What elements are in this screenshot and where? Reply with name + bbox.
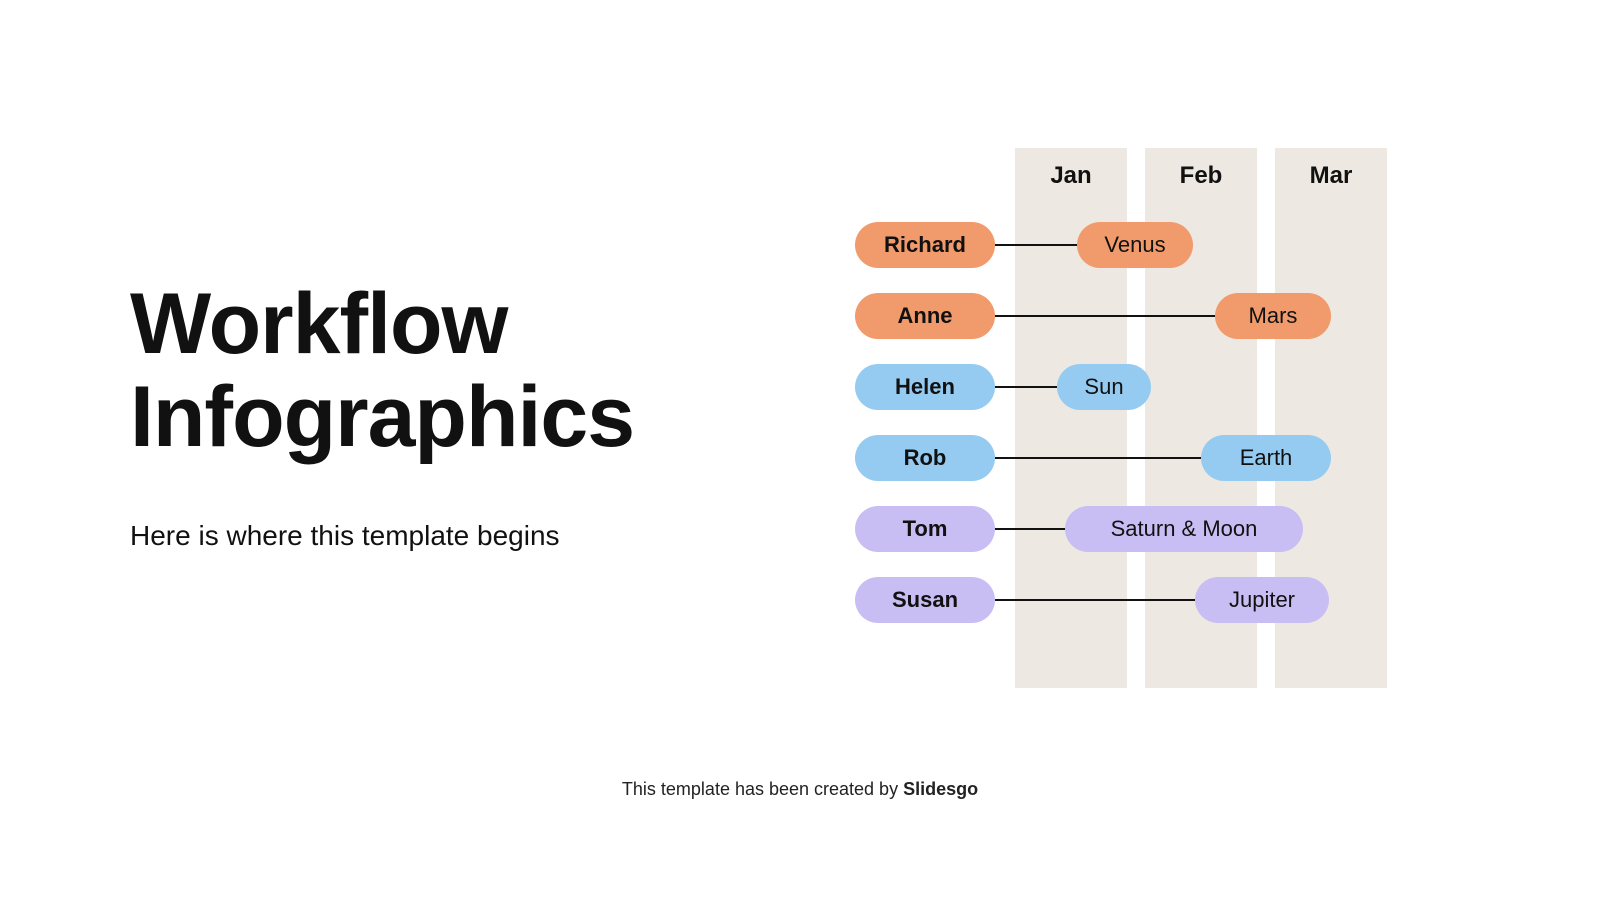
footer-prefix: This template has been created by xyxy=(622,779,903,799)
chart-row: Tom Saturn & Moon xyxy=(855,506,1395,552)
connector-line xyxy=(995,599,1195,601)
footer-brand: Slidesgo xyxy=(903,779,978,799)
chart-row: Susan Jupiter xyxy=(855,577,1395,623)
name-pill: Tom xyxy=(855,506,995,552)
month-label-jan: Jan xyxy=(1015,162,1127,190)
month-label-feb: Feb xyxy=(1145,162,1257,190)
slide-subtitle: Here is where this template begins xyxy=(130,520,560,552)
name-pill: Rob xyxy=(855,435,995,481)
title-line-2: Infographics xyxy=(130,369,634,465)
connector-line xyxy=(995,457,1201,459)
slide-title: Workflow Infographics xyxy=(130,278,634,464)
workflow-chart: Jan Feb Mar Richard Venus Anne Mars Helen Sun… xyxy=(855,148,1395,688)
name-pill: Helen xyxy=(855,364,995,410)
name-pill: Richard xyxy=(855,222,995,268)
connector-line xyxy=(995,386,1057,388)
task-pill: Saturn & Moon xyxy=(1065,506,1303,552)
task-pill: Sun xyxy=(1057,364,1151,410)
title-line-1: Workflow xyxy=(130,276,507,372)
footer-attribution: This template has been created by Slides… xyxy=(0,779,1600,800)
task-pill: Mars xyxy=(1215,293,1331,339)
chart-row: Richard Venus xyxy=(855,222,1395,268)
connector-line xyxy=(995,244,1077,246)
connector-line xyxy=(995,315,1215,317)
name-pill: Anne xyxy=(855,293,995,339)
chart-row: Anne Mars xyxy=(855,293,1395,339)
connector-line xyxy=(995,528,1065,530)
task-pill: Venus xyxy=(1077,222,1193,268)
chart-row: Rob Earth xyxy=(855,435,1395,481)
chart-row: Helen Sun xyxy=(855,364,1395,410)
name-pill: Susan xyxy=(855,577,995,623)
task-pill: Jupiter xyxy=(1195,577,1329,623)
slide-stage: Workflow Infographics Here is where this… xyxy=(0,0,1600,900)
task-pill: Earth xyxy=(1201,435,1331,481)
month-label-mar: Mar xyxy=(1275,162,1387,190)
